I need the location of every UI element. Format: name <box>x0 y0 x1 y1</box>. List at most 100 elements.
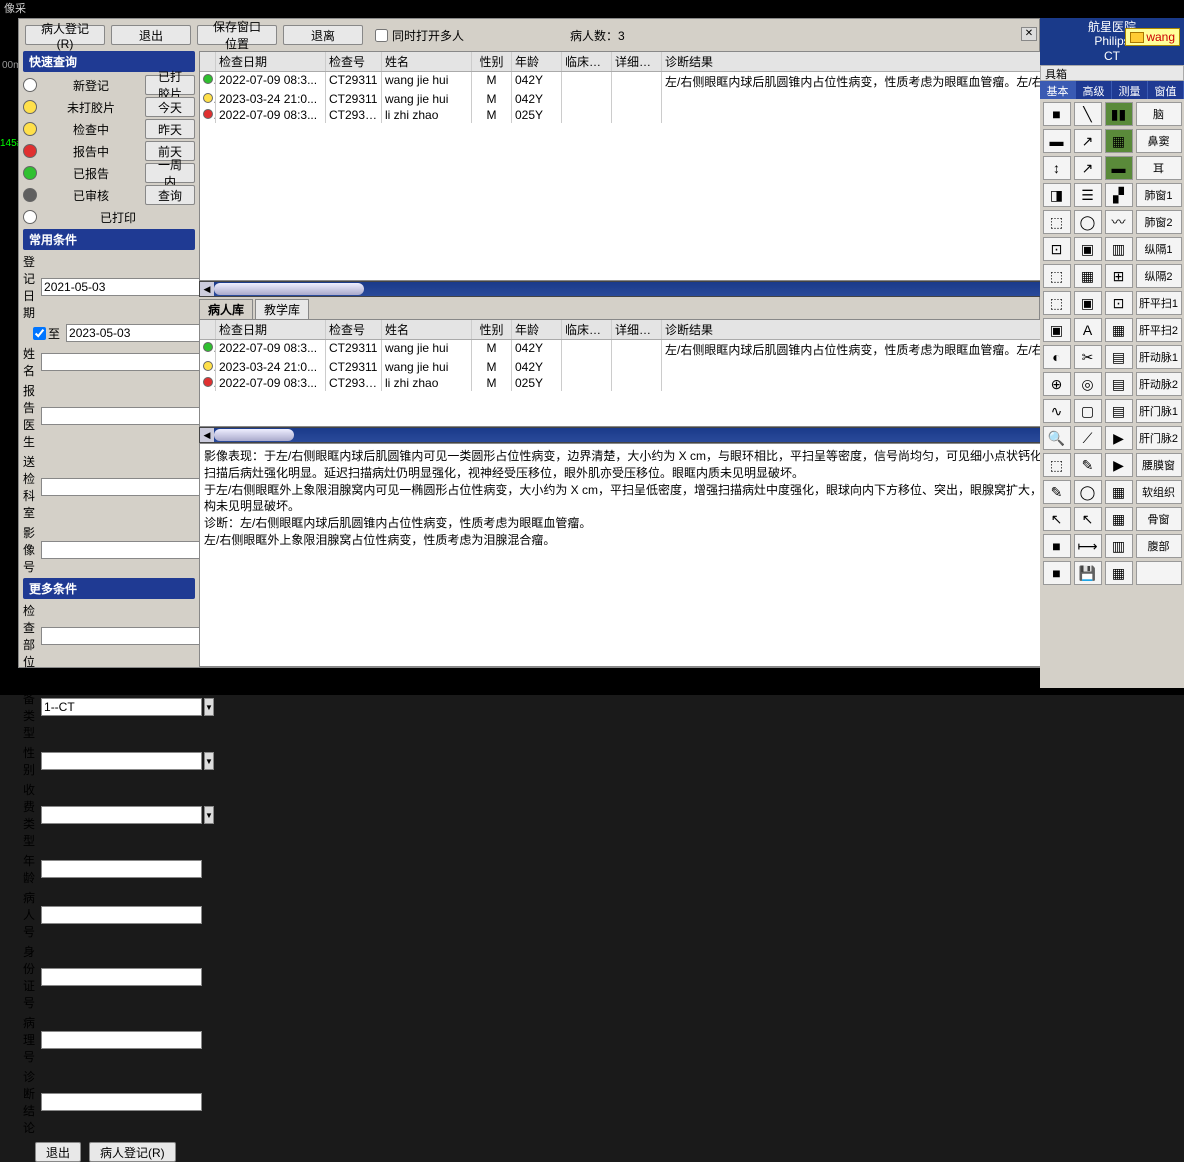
patient-no-input[interactable] <box>41 906 202 924</box>
tool-preset-button[interactable]: 脑 <box>1136 102 1182 126</box>
tab-patient-db[interactable]: 病人库 <box>199 299 253 319</box>
table-row[interactable]: 2022-07-09 08:3...CT29311 wang jie huiM … <box>200 72 1084 91</box>
dropdown-arrow-icon[interactable]: ▼ <box>204 752 214 770</box>
fee-type-input[interactable] <box>41 806 202 824</box>
tab-teaching-db[interactable]: 教学库 <box>255 299 309 319</box>
tool-button[interactable]: ⊞ <box>1105 264 1133 288</box>
date-from-input[interactable] <box>41 278 202 296</box>
exam-site-input[interactable] <box>41 627 202 645</box>
grid-header-cell[interactable]: 临床诊断 <box>562 320 612 339</box>
tool-button[interactable]: ▤ <box>1105 372 1133 396</box>
tool-preset-button[interactable]: 软组织 <box>1136 480 1182 504</box>
exit-button-2[interactable]: 退出 <box>35 1142 81 1162</box>
grid-header-cell[interactable]: 诊断结果 <box>662 320 1084 339</box>
scrollbar[interactable]: ◀ ▶ <box>199 281 1085 297</box>
tool-button[interactable]: 🔍 <box>1043 426 1071 450</box>
grid-header-cell[interactable]: 检查号 <box>326 52 382 71</box>
name-input[interactable] <box>41 353 202 371</box>
table-row[interactable]: 2022-07-09 08:3...CT29311 wang jie huiM … <box>200 340 1084 359</box>
exit-button[interactable]: 退出 <box>111 25 191 45</box>
tool-preset-button[interactable]: 肺窗2 <box>1136 210 1182 234</box>
scroll-thumb[interactable] <box>214 283 364 295</box>
tool-button[interactable]: ◯ <box>1074 210 1102 234</box>
tool-button[interactable]: ⊡ <box>1105 291 1133 315</box>
tool-button[interactable]: ◨ <box>1043 183 1071 207</box>
tool-button[interactable]: ▤ <box>1105 399 1133 423</box>
tool-button[interactable]: ▦ <box>1105 507 1133 531</box>
status-filter-button[interactable]: 查询 <box>145 185 195 205</box>
grid-header-cell[interactable]: 年龄 <box>512 52 562 71</box>
tool-button[interactable]: ⬚ <box>1043 291 1071 315</box>
tool-button[interactable]: ⟼ <box>1074 534 1102 558</box>
table-row[interactable]: 2022-07-09 08:3...CT29312 li zhi zhaoM 0… <box>200 107 1084 123</box>
scroll-left-icon[interactable]: ◀ <box>200 428 214 442</box>
tool-button[interactable]: ⬚ <box>1043 264 1071 288</box>
tool-button[interactable]: ◎ <box>1074 372 1102 396</box>
tool-button[interactable]: 〰 <box>1105 210 1133 234</box>
diag-concl-input[interactable] <box>41 1093 202 1111</box>
id-no-input[interactable] <box>41 968 202 986</box>
tool-button[interactable]: ▮▮ <box>1105 102 1133 126</box>
grid-header-cell[interactable]: 检查日期 <box>216 320 326 339</box>
tool-button[interactable]: ⬚ <box>1043 453 1071 477</box>
scroll-thumb[interactable] <box>214 429 294 441</box>
tool-preset-button[interactable]: 肝门脉2 <box>1136 426 1182 450</box>
tool-button[interactable]: ▦ <box>1105 480 1133 504</box>
tool-tab-basic[interactable]: 基本 <box>1040 81 1076 99</box>
table-row[interactable]: 2022-07-09 08:3...CT29312 li zhi zhaoM 0… <box>200 375 1084 391</box>
tool-preset-button[interactable]: 腹部 <box>1136 534 1182 558</box>
user-badge[interactable]: wang <box>1125 28 1180 46</box>
path-no-input[interactable] <box>41 1031 202 1049</box>
multi-open-input[interactable] <box>375 29 388 42</box>
tool-preset-button[interactable]: 肺窗1 <box>1136 183 1182 207</box>
age-input[interactable] <box>41 860 202 878</box>
save-pos-button[interactable]: 保存窗口位置 <box>197 25 277 45</box>
grid-header-cell[interactable]: 姓名 <box>382 320 472 339</box>
tool-button[interactable]: ↖ <box>1043 507 1071 531</box>
grid-header-cell[interactable]: 检查日期 <box>216 52 326 71</box>
tool-button[interactable]: ◐ <box>1043 345 1071 369</box>
tool-button[interactable]: 💾 <box>1074 561 1102 585</box>
tool-button[interactable]: ▥ <box>1105 534 1133 558</box>
dropdown-arrow-icon[interactable]: ▼ <box>204 698 214 716</box>
grid-header-cell[interactable]: 详细部位 <box>612 52 662 71</box>
tool-button[interactable]: ╲ <box>1074 102 1102 126</box>
tool-button[interactable]: ■ <box>1043 534 1071 558</box>
tool-button[interactable]: ▦ <box>1105 129 1133 153</box>
tool-button[interactable]: ⊡ <box>1043 237 1071 261</box>
tool-preset-button[interactable]: 纵隔2 <box>1136 264 1182 288</box>
report-doc-input[interactable] <box>41 407 202 425</box>
tool-preset-button[interactable]: 纵隔1 <box>1136 237 1182 261</box>
table-row[interactable]: 2023-03-24 21:0...CT29311 wang jie huiM … <box>200 91 1084 107</box>
tool-button[interactable]: ☰ <box>1074 183 1102 207</box>
status-filter-button[interactable]: 已打胶片 <box>145 75 195 95</box>
tool-tab-window[interactable]: 窗值 <box>1148 81 1184 99</box>
close-icon[interactable]: ✕ <box>1021 27 1037 41</box>
tool-preset-button[interactable]: 肝动脉2 <box>1136 372 1182 396</box>
tool-button[interactable]: ✎ <box>1074 453 1102 477</box>
send-dept-input[interactable] <box>41 478 202 496</box>
scrollbar[interactable]: ◀ ▶ <box>199 427 1085 443</box>
dropdown-arrow-icon[interactable]: ▼ <box>204 806 214 824</box>
tool-tab-advanced[interactable]: 高级 <box>1076 81 1112 99</box>
tool-button[interactable]: ▥ <box>1105 237 1133 261</box>
refresh-button[interactable]: 退离 <box>283 25 363 45</box>
tool-button[interactable]: ▬ <box>1043 129 1071 153</box>
tool-button[interactable]: ■ <box>1043 102 1071 126</box>
status-filter-button[interactable]: 今天 <box>145 97 195 117</box>
tool-preset-button[interactable]: 肝平扫1 <box>1136 291 1182 315</box>
tool-button[interactable]: ◯ <box>1074 480 1102 504</box>
tool-preset-button[interactable]: 肝平扫2 <box>1136 318 1182 342</box>
tool-button[interactable]: ▬ <box>1105 156 1133 180</box>
table-row[interactable]: 2023-03-24 21:0...CT29311 wang jie huiM … <box>200 359 1084 375</box>
tool-button[interactable]: ⊕ <box>1043 372 1071 396</box>
tool-button[interactable]: ⟋ <box>1074 426 1102 450</box>
tool-button[interactable]: A <box>1074 318 1102 342</box>
tool-button[interactable]: ▤ <box>1105 345 1133 369</box>
date-range-checkbox[interactable] <box>33 327 46 340</box>
tool-preset-button[interactable]: 腰膜窗 <box>1136 453 1182 477</box>
tool-button[interactable]: ▣ <box>1043 318 1071 342</box>
tool-button[interactable]: ▶ <box>1105 453 1133 477</box>
tool-button[interactable]: ▣ <box>1074 291 1102 315</box>
grid-header-cell[interactable]: 性别 <box>472 320 512 339</box>
